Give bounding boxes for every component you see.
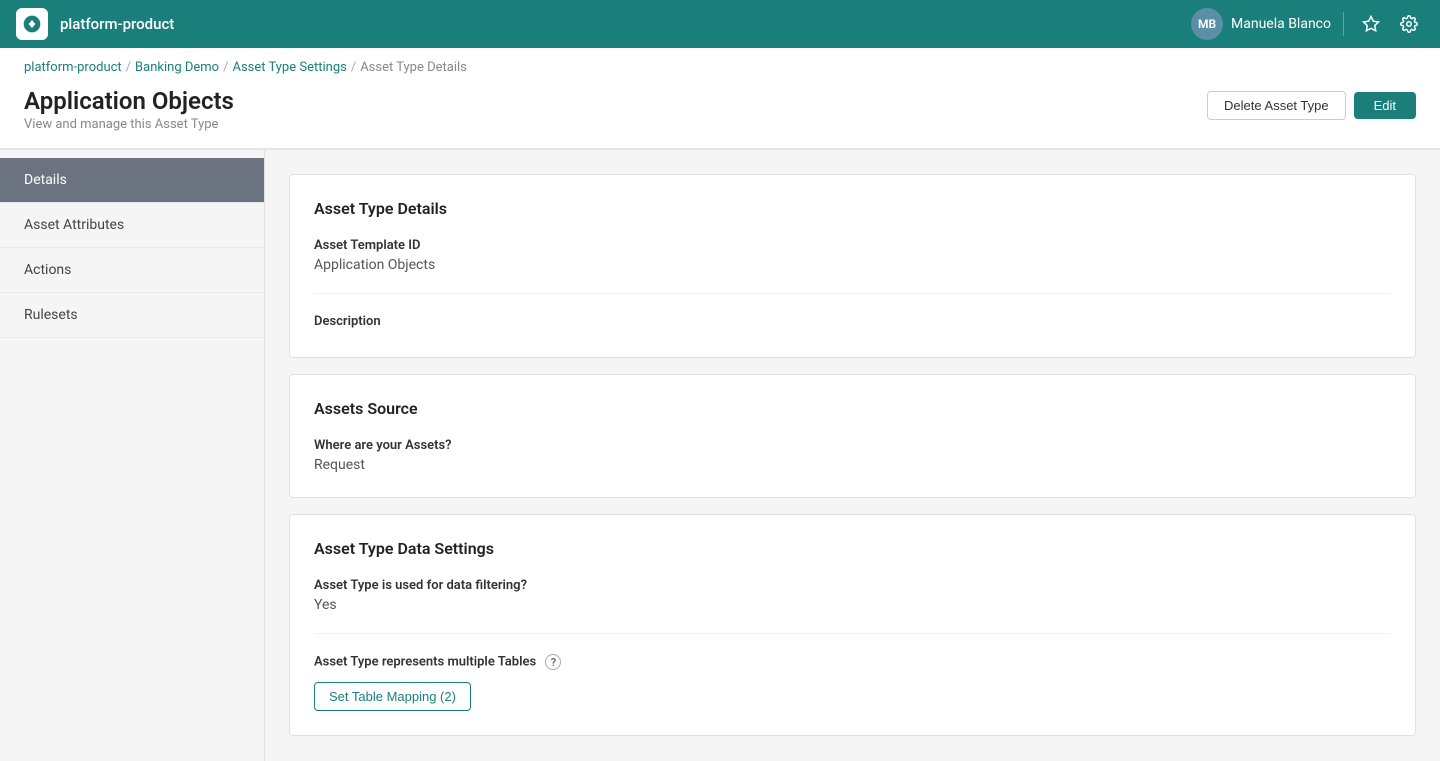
mapping-btn-wrapper: Set Table Mapping (2) xyxy=(314,674,1391,711)
topnav: platform-product MB Manuela Blanco xyxy=(0,0,1440,48)
favorites-button[interactable] xyxy=(1356,9,1386,39)
where-assets-label: Where are your Assets? xyxy=(314,438,1391,453)
page-header-section: platform-product / Banking Demo / Asset … xyxy=(0,48,1440,150)
page-header-text: Application Objects View and manage this… xyxy=(24,87,234,132)
description-label: Description xyxy=(314,314,1391,329)
breadcrumb-sep-2: / xyxy=(223,60,228,75)
page-subtitle: View and manage this Asset Type xyxy=(24,117,234,132)
breadcrumb-sep-1: / xyxy=(126,60,131,75)
card-data-settings: Asset Type Data Settings Asset Type is u… xyxy=(289,514,1416,736)
filtering-value: Yes xyxy=(314,597,1391,613)
page-title: Application Objects xyxy=(24,87,234,115)
card-details-title: Asset Type Details xyxy=(314,199,1391,218)
field-template-id: Asset Template ID Application Objects xyxy=(314,238,1391,273)
card-assets-source: Assets Source Where are your Assets? Req… xyxy=(289,374,1416,498)
sidebar: Details Asset Attributes Actions Ruleset… xyxy=(0,150,265,761)
settings-button[interactable] xyxy=(1394,9,1424,39)
breadcrumb-link-product[interactable]: platform-product xyxy=(24,60,122,75)
card-assets-source-title: Assets Source xyxy=(314,399,1391,418)
topnav-right: MB Manuela Blanco xyxy=(1191,8,1424,40)
filtering-label: Asset Type is used for data filtering? xyxy=(314,578,1391,593)
sidebar-item-rulesets[interactable]: Rulesets xyxy=(0,293,264,338)
field-divider-2 xyxy=(314,633,1391,634)
sidebar-item-asset-attributes[interactable]: Asset Attributes xyxy=(0,203,264,248)
field-multiple-tables: Asset Type represents multiple Tables ? … xyxy=(314,654,1391,711)
template-id-value: Application Objects xyxy=(314,257,1391,273)
edit-button[interactable]: Edit xyxy=(1354,92,1416,119)
delete-asset-type-button[interactable]: Delete Asset Type xyxy=(1207,91,1346,120)
topnav-left: platform-product xyxy=(16,8,174,40)
breadcrumb-link-settings[interactable]: Asset Type Settings xyxy=(232,60,346,75)
breadcrumb-sep-3: / xyxy=(351,60,356,75)
where-assets-value: Request xyxy=(314,457,1391,473)
user-avatar: MB xyxy=(1191,8,1223,40)
breadcrumb-link-banking[interactable]: Banking Demo xyxy=(135,60,219,75)
breadcrumb-current: Asset Type Details xyxy=(360,60,467,75)
multiple-tables-tooltip-icon[interactable]: ? xyxy=(545,654,561,670)
field-where-assets: Where are your Assets? Request xyxy=(314,438,1391,473)
nav-divider xyxy=(1343,12,1344,36)
app-logo[interactable] xyxy=(16,8,48,40)
field-filtering: Asset Type is used for data filtering? Y… xyxy=(314,578,1391,613)
field-description: Description xyxy=(314,314,1391,329)
sidebar-item-details[interactable]: Details xyxy=(0,158,264,203)
breadcrumb: platform-product / Banking Demo / Asset … xyxy=(0,48,1440,79)
page-header: Application Objects View and manage this… xyxy=(0,79,1440,149)
user-menu[interactable]: MB Manuela Blanco xyxy=(1191,8,1331,40)
template-id-label: Asset Template ID xyxy=(314,238,1391,253)
product-name: platform-product xyxy=(60,15,174,33)
set-table-mapping-button[interactable]: Set Table Mapping (2) xyxy=(314,682,471,711)
main-layout: Details Asset Attributes Actions Ruleset… xyxy=(0,150,1440,761)
multiple-tables-label: Asset Type represents multiple Tables ? xyxy=(314,654,1391,670)
field-divider-1 xyxy=(314,293,1391,294)
main-content: Asset Type Details Asset Template ID App… xyxy=(265,150,1440,761)
card-data-settings-title: Asset Type Data Settings xyxy=(314,539,1391,558)
page-header-actions: Delete Asset Type Edit xyxy=(1207,91,1416,120)
card-asset-type-details: Asset Type Details Asset Template ID App… xyxy=(289,174,1416,358)
sidebar-item-actions[interactable]: Actions xyxy=(0,248,264,293)
user-name: Manuela Blanco xyxy=(1231,16,1331,32)
